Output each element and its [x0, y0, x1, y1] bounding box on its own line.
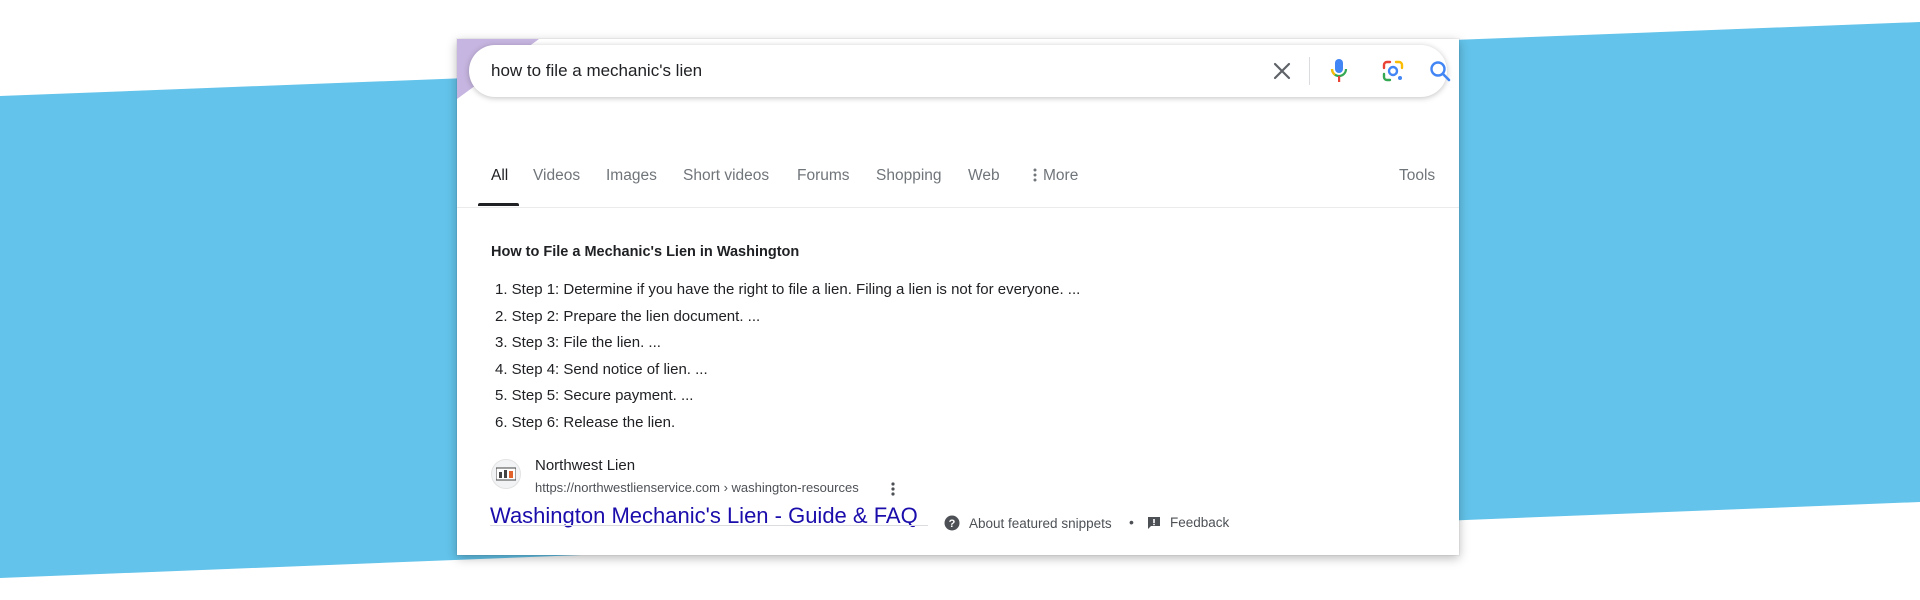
svg-text:?: ?	[949, 518, 956, 530]
microphone-icon	[1330, 59, 1348, 82]
feedback-icon	[1148, 516, 1160, 529]
tab-shopping[interactable]: Shopping	[876, 167, 942, 185]
about-featured-snippets-button[interactable]: ? About featured snippets	[944, 515, 1112, 531]
result-options-button[interactable]	[886, 480, 900, 498]
snippet-title: How to File a Mechanic's Lien in Washing…	[491, 244, 800, 260]
tab-images[interactable]: Images	[606, 167, 657, 185]
tab-more[interactable]: More	[1033, 167, 1078, 185]
northwest-lien-favicon-icon	[496, 467, 516, 481]
search-icon	[1430, 61, 1451, 82]
clear-button[interactable]	[1267, 56, 1297, 86]
close-icon	[1273, 62, 1291, 80]
search-button[interactable]	[1425, 56, 1455, 86]
voice-search-button[interactable]	[1324, 56, 1354, 86]
search-input[interactable]: how to file a mechanic's lien	[491, 45, 702, 97]
vertical-dots-icon	[1033, 168, 1037, 182]
list-item: 1. Step 1: Determine if you have the rig…	[495, 281, 1081, 298]
snippet-steps-list: 1. Step 1: Determine if you have the rig…	[495, 277, 1080, 437]
search-results-card: how to file a mechanic's lien All Videos…	[457, 39, 1459, 555]
list-item: 2. Step 2: Prepare the lien document. ..…	[495, 307, 761, 325]
tab-web[interactable]: Web	[968, 167, 1000, 185]
source-url[interactable]: https://northwestlienservice.com › washi…	[535, 480, 859, 495]
lens-icon	[1382, 60, 1404, 82]
lens-search-button[interactable]	[1378, 56, 1408, 86]
feedback-label: Feedback	[1170, 515, 1230, 530]
search-bar[interactable]: how to file a mechanic's lien	[469, 45, 1451, 97]
search-bar-divider	[1309, 57, 1310, 85]
active-tab-indicator	[478, 203, 519, 206]
tab-all[interactable]: All	[491, 167, 508, 185]
tools-button[interactable]: Tools	[1399, 167, 1435, 185]
search-tabs: All Videos Images Short videos Forums Sh…	[457, 133, 1459, 208]
source-site-name[interactable]: Northwest Lien	[535, 457, 635, 474]
list-item: 4. Step 4: Send notice of lien. ...	[495, 360, 708, 378]
list-item: 5. Step 5: Secure payment. ...	[495, 387, 694, 405]
tab-forums[interactable]: Forums	[797, 167, 850, 185]
vertical-dots-icon	[891, 482, 895, 496]
tab-videos[interactable]: Videos	[533, 167, 580, 185]
footer-separator: •	[1129, 514, 1134, 530]
list-item: 3. Step 3: File the lien. ...	[495, 334, 661, 352]
footer-divider	[490, 525, 928, 526]
tab-more-label: More	[1043, 167, 1079, 184]
help-icon: ?	[944, 515, 960, 531]
tab-short-videos[interactable]: Short videos	[683, 167, 769, 185]
about-featured-snippets-label: About featured snippets	[969, 515, 1112, 531]
feedback-button[interactable]: Feedback	[1147, 515, 1229, 530]
source-favicon[interactable]	[491, 459, 521, 489]
list-item: 6. Step 6: Release the lien.	[495, 413, 676, 431]
